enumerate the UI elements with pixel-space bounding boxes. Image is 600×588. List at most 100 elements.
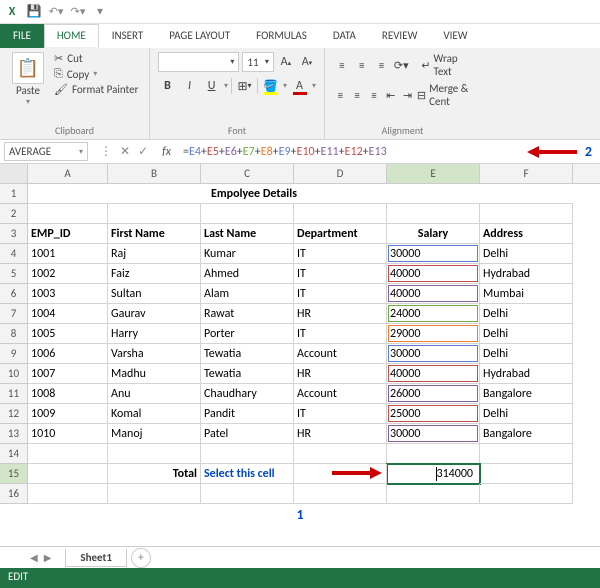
cell[interactable]: Anu	[108, 384, 201, 404]
row-header[interactable]: 11	[0, 384, 28, 404]
col-header-f[interactable]: F	[480, 164, 573, 183]
cell[interactable]	[294, 444, 387, 464]
header-cell[interactable]: EMP_ID	[28, 224, 108, 244]
undo-icon[interactable]: ↶▾	[48, 4, 64, 20]
sheet-nav-next[interactable]: ▶	[44, 551, 52, 564]
paste-button[interactable]: 📋 Paste ▾	[8, 52, 48, 107]
cell[interactable]: 1006	[28, 344, 108, 364]
header-cell[interactable]: Last Name	[201, 224, 294, 244]
cell[interactable]: Delhi	[480, 404, 573, 424]
select-hint-cell[interactable]: Select this cell	[201, 464, 294, 484]
cell[interactable]	[201, 204, 294, 224]
row-header[interactable]: 9	[0, 344, 28, 364]
header-cell[interactable]: Address	[480, 224, 573, 244]
row-header[interactable]: 15	[0, 464, 28, 484]
tab-home[interactable]: HOME	[44, 24, 99, 48]
decrease-font-button[interactable]: A▾	[298, 52, 316, 72]
cell[interactable]: Faiz	[108, 264, 201, 284]
row-header[interactable]: 7	[0, 304, 28, 324]
cell[interactable]	[108, 484, 201, 504]
sheet-tab[interactable]: Sheet1	[65, 549, 127, 567]
cell[interactable]: 1010	[28, 424, 108, 444]
header-cell[interactable]: Department	[294, 224, 387, 244]
cell[interactable]: Delhi	[480, 244, 573, 264]
tab-data[interactable]: DATA	[320, 24, 369, 48]
cell[interactable]: Delhi	[480, 304, 573, 324]
tab-file[interactable]: FILE	[0, 24, 44, 48]
cell[interactable]: 1008	[28, 384, 108, 404]
cell[interactable]: Hydrabad	[480, 364, 573, 384]
cell[interactable]: Bangalore	[480, 384, 573, 404]
row-header[interactable]: 13	[0, 424, 28, 444]
cell[interactable]: Raj	[108, 244, 201, 264]
cell[interactable]: Porter	[201, 324, 294, 344]
cell[interactable]: Varsha	[108, 344, 201, 364]
cell[interactable]: 1009	[28, 404, 108, 424]
font-family-select[interactable]: ▾	[158, 52, 239, 72]
cell[interactable]: 1002	[28, 264, 108, 284]
cell[interactable]: Komal	[108, 404, 201, 424]
cell[interactable]: Delhi	[480, 344, 573, 364]
col-header-e[interactable]: E	[387, 164, 480, 183]
cell[interactable]: Patel	[201, 424, 294, 444]
cell[interactable]	[201, 444, 294, 464]
cell[interactable]: Pandit	[201, 404, 294, 424]
cell[interactable]: Madhu	[108, 364, 201, 384]
name-box[interactable]: AVERAGE ▾	[4, 142, 88, 161]
cell[interactable]: Rawat	[201, 304, 294, 324]
cell[interactable]	[28, 204, 108, 224]
cell[interactable]: 24000	[387, 304, 480, 324]
cell[interactable]	[480, 464, 573, 484]
cell[interactable]	[294, 484, 387, 504]
cell[interactable]: Ahmed	[201, 264, 294, 284]
cell[interactable]	[480, 484, 573, 504]
header-cell[interactable]: Salary	[387, 224, 480, 244]
cell[interactable]	[294, 464, 387, 484]
row-header[interactable]: 8	[0, 324, 28, 344]
cell[interactable]: Account	[294, 384, 387, 404]
underline-button[interactable]: U	[202, 76, 221, 96]
col-header-a[interactable]: A	[28, 164, 108, 183]
cell[interactable]	[28, 444, 108, 464]
cell[interactable]	[387, 204, 480, 224]
cell[interactable]: IT	[294, 264, 387, 284]
font-size-select[interactable]: 11▾	[242, 52, 273, 72]
align-left-button[interactable]: ≡	[333, 85, 348, 105]
copy-button[interactable]: ⎘Copy▾	[54, 67, 138, 81]
font-color-button[interactable]: A	[290, 76, 309, 96]
cell[interactable]: 40000	[387, 364, 480, 384]
increase-font-button[interactable]: A▴	[277, 52, 295, 72]
cell[interactable]: 25000	[387, 404, 480, 424]
row-header[interactable]: 2	[0, 204, 28, 224]
cell[interactable]: Mumbai	[480, 284, 573, 304]
cell[interactable]: 1004	[28, 304, 108, 324]
indent-decrease-button[interactable]: ⇤	[383, 85, 398, 105]
row-header[interactable]: 4	[0, 244, 28, 264]
align-top-button[interactable]: ≡	[333, 55, 351, 75]
header-cell[interactable]: First Name	[108, 224, 201, 244]
cell[interactable]: HR	[294, 304, 387, 324]
add-sheet-button[interactable]: +	[131, 548, 151, 568]
cell[interactable]: IT	[294, 284, 387, 304]
cell[interactable]	[480, 444, 573, 464]
cell[interactable]: IT	[294, 324, 387, 344]
italic-button[interactable]: I	[180, 76, 199, 96]
spreadsheet-grid[interactable]: A B C D E F 1 Empolyee Details 2 3 EMP_I…	[0, 164, 600, 523]
fx-icon[interactable]: fx	[156, 145, 177, 159]
cell[interactable]	[387, 444, 480, 464]
cell[interactable]	[108, 204, 201, 224]
sheet-nav-prev[interactable]: ◀	[30, 551, 38, 564]
cell[interactable]: Tewatia	[201, 364, 294, 384]
cell[interactable]	[28, 464, 108, 484]
align-center-button[interactable]: ≡	[350, 85, 365, 105]
cell[interactable]: 26000	[387, 384, 480, 404]
cell[interactable]	[480, 204, 573, 224]
tab-insert[interactable]: INSERT	[99, 24, 157, 48]
row-header[interactable]: 16	[0, 484, 28, 504]
title-cell[interactable]: Empolyee Details	[28, 184, 480, 204]
cell[interactable]: 40000	[387, 264, 480, 284]
align-right-button[interactable]: ≡	[367, 85, 382, 105]
cell[interactable]: 30000	[387, 244, 480, 264]
tab-pagelayout[interactable]: PAGE LAYOUT	[156, 24, 243, 48]
cell[interactable]	[294, 204, 387, 224]
